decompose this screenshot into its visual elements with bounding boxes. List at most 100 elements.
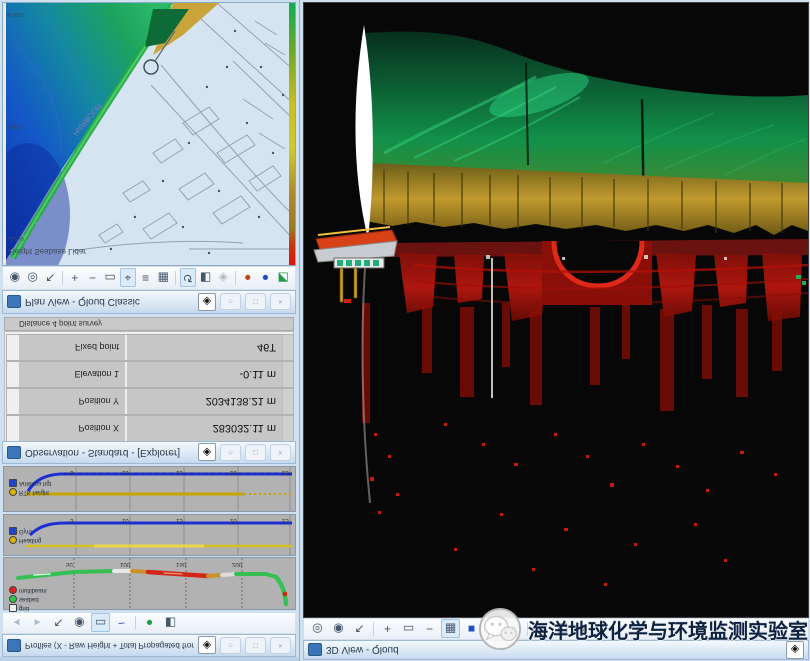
threed-toolbar-icon-zoom-window[interactable]: ▭ [399, 620, 418, 639]
plan-toolbar-icon-select[interactable]: ↖ [42, 269, 58, 288]
row-value: -0.11 m [127, 362, 282, 387]
maximize-button[interactable]: □ [245, 637, 266, 654]
legend-label: seabed [19, 596, 39, 602]
right-pane: ◎ ◉ ↖ + ▭ − ▦ ■ ◐ ● ◈ ◧ ⌖ 3D View - Qlo [299, 0, 810, 661]
observation-table: Fixed point 46T Elevation 1 -0.11 m Posi… [4, 331, 294, 442]
strip-chart-2[interactable]: Heading Gyro 5 10 15 20 25 [3, 514, 296, 556]
plan-toolbar-icon-refresh[interactable]: ↺ [180, 269, 196, 288]
plan-map-view[interactable]: 60400 60800 61200 Height Seabase Lidar H… [2, 2, 296, 266]
window-icon [7, 296, 21, 309]
threed-toolbar-icon-zoom-in[interactable]: + [378, 620, 397, 639]
profiles-toolbar-icon-split[interactable]: ◧ [161, 614, 180, 633]
grid-label: 60800 [7, 123, 24, 129]
observation-title: Observation - Standard - [Explorer] [25, 447, 194, 458]
threed-toolbar-icon-rotate[interactable]: ◉ [329, 620, 348, 639]
profiles-toolbar-icon-smooth[interactable]: ~ [112, 614, 131, 633]
watermark-text: 海洋地球化学与环境监测实验室 [528, 615, 808, 644]
profiles-toolbar-icon-select[interactable]: ↖ [49, 614, 68, 633]
plan-toolbar-icon-color-by-intensity[interactable]: ◎ [25, 269, 41, 288]
threed-toolbar-icon-orbit[interactable]: ◎ [308, 620, 327, 639]
axis-tick: 15 [176, 517, 183, 523]
threed-view[interactable] [303, 2, 809, 618]
profiles-toolbar-icon-point-mode[interactable]: ◉ [70, 614, 89, 633]
axis-tick: 15 [176, 469, 183, 475]
window-icon [308, 644, 322, 657]
axis-tick: 25 [282, 469, 289, 475]
profiles-toolbar-icon-previous[interactable]: ◂ [7, 614, 26, 633]
plan-toolbar-icon-palette-blue[interactable]: ● [258, 269, 274, 288]
plan-map-canvas[interactable] [3, 3, 295, 265]
row-label: Position Y [19, 389, 127, 414]
table-header-label: Distance 4 point survey [19, 320, 102, 329]
plan-toolbar-icon-zoom-window[interactable]: ▭ [102, 269, 118, 288]
strip-chart-1-legend: RTK height Antenna hgt [9, 479, 51, 496]
watermark: 海洋地球化学与环境监测实验室 [478, 602, 808, 656]
legend-marker-yellow [9, 488, 17, 496]
plan-toolbar-icon-pan[interactable]: ⌖ [120, 269, 136, 288]
close-button[interactable]: × [270, 444, 291, 461]
profiles-toolbar-icon-next[interactable]: ▸ [28, 614, 47, 633]
axis-tick: 20 [230, 469, 237, 475]
profiles-toolbar-icon-zoom-window[interactable]: ▭ [91, 614, 110, 633]
legend-marker-green [9, 595, 17, 603]
plan-toolbar-icon-palette-red[interactable]: ● [240, 269, 256, 288]
close-button[interactable]: × [270, 637, 291, 654]
row-label: Fixed point [19, 335, 127, 360]
plan-toolbar-icon-split-view[interactable]: ◧ [198, 269, 214, 288]
window-edge [0, 657, 299, 661]
axis-tick: 150 [176, 561, 186, 567]
table-row[interactable]: Position X 283032.11 m [6, 415, 294, 442]
row-value: 283032.11 m [127, 416, 282, 441]
plan-title: Plan View - Qloud Classic [25, 297, 194, 308]
window-icon [7, 639, 21, 652]
profile-chart[interactable]: grid seabed multibeam 50 100 150 200 [3, 557, 296, 610]
axis-tick: 200 [232, 561, 242, 567]
profiles-toolbar: ◂ ▸ ↖ ◉ ▭ ~ ● ◧ [2, 612, 296, 634]
profile-chart-legend: grid seabed multibeam [9, 586, 47, 612]
plan-toolbar-icon-layers[interactable]: ≡ [138, 269, 154, 288]
series-blue [28, 474, 292, 491]
legend-label: RTK height [19, 489, 49, 495]
table-row[interactable]: Position Y 2034138.21 m [6, 388, 294, 415]
row-value: 2034138.21 m [127, 389, 282, 414]
plan-toolbar-icon-zoom-out[interactable]: − [85, 269, 101, 288]
profiles-titlebar: Profiles (X - Raw Height + Total Propaga… [2, 634, 296, 657]
map-scale-label: Height Seabase Lidar [9, 247, 86, 256]
threed-canvas[interactable] [304, 3, 808, 617]
table-header: Distance 4 point survey [4, 317, 294, 331]
legend-marker-red [9, 586, 17, 594]
left-pane: 60400 60800 61200 Height Seabase Lidar H… [0, 0, 299, 661]
strip-chart-2-legend: Heading Gyro [9, 527, 41, 544]
plan-toolbar-icon-color-by-depth[interactable]: ◉ [7, 269, 23, 288]
plan-toolbar-icon-settings[interactable]: ◩ [275, 269, 291, 288]
plan-toolbar-icon-compass-tool[interactable]: ◈ [215, 269, 231, 288]
profiles-toolbar-icon-color-mode[interactable]: ● [140, 614, 159, 633]
maximize-button[interactable]: □ [245, 444, 266, 461]
screenshot-root: 60400 60800 61200 Height Seabase Lidar H… [0, 0, 810, 661]
threed-toolbar-icon-grid[interactable]: ▦ [441, 620, 460, 639]
profile-curve [18, 571, 287, 604]
strip-chart-1[interactable]: RTK height Antenna hgt 5 10 15 20 25 [3, 466, 296, 512]
table-row[interactable]: Fixed point 46T [6, 334, 294, 361]
grid-label: 61200 [7, 235, 24, 241]
profile-chart-canvas [4, 558, 295, 609]
pin-button[interactable]: ○ [220, 294, 241, 311]
table-row[interactable]: Elevation 1 -0.11 m [6, 361, 294, 388]
pin-button[interactable]: ○ [220, 637, 241, 654]
legend-marker-blue [9, 479, 17, 487]
axis-tick: 25 [282, 517, 289, 523]
compass-icon: ◈ [198, 293, 216, 311]
maximize-button[interactable]: □ [245, 294, 266, 311]
axis-tick: 10 [122, 469, 129, 475]
pin-button[interactable]: ○ [220, 444, 241, 461]
plan-toolbar-icon-zoom-in[interactable]: + [67, 269, 83, 288]
compass-icon: ◈ [198, 637, 216, 655]
threed-toolbar-icon-zoom-out[interactable]: − [420, 620, 439, 639]
row-label: Elevation 1 [19, 362, 127, 387]
axis-tick: 20 [230, 517, 237, 523]
row-value: 46T [127, 335, 282, 360]
legend-marker-white [9, 604, 17, 612]
plan-toolbar-icon-grid[interactable]: ▦ [155, 269, 171, 288]
threed-toolbar-icon-select[interactable]: ↖ [350, 620, 369, 639]
close-button[interactable]: × [270, 294, 291, 311]
